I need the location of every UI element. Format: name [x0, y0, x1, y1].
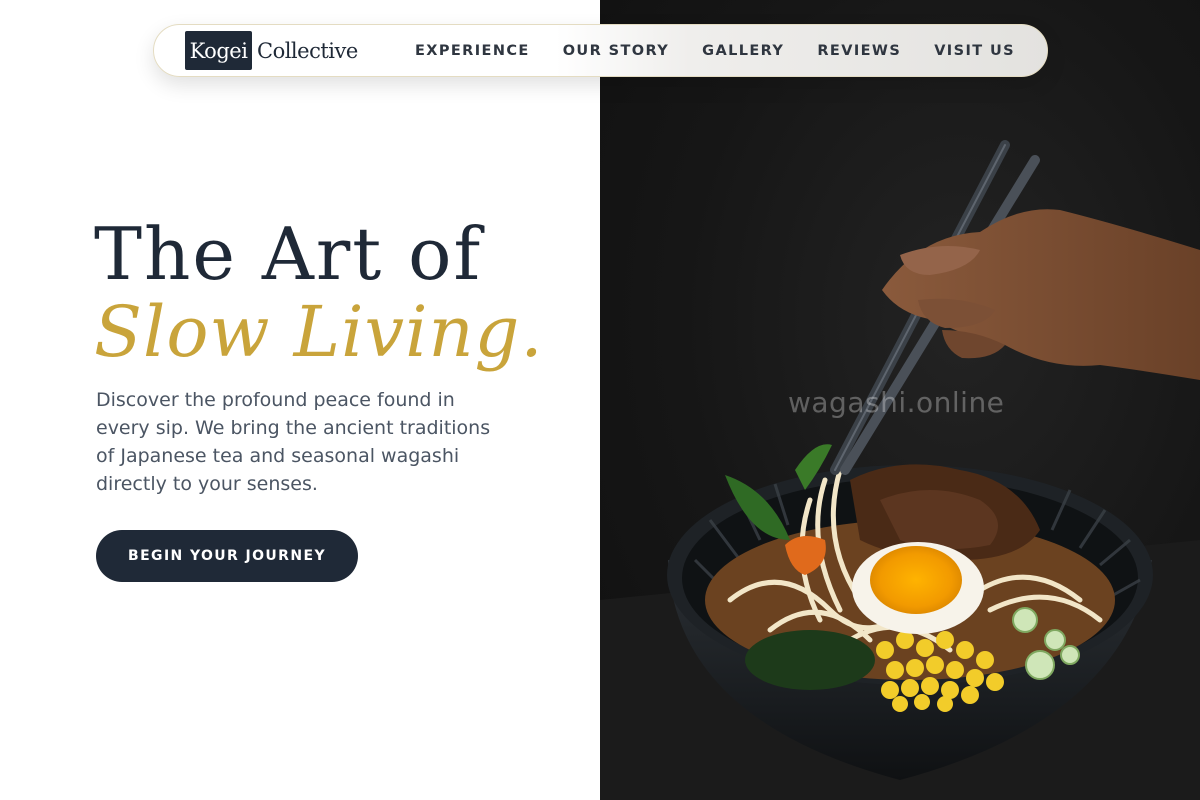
nav-item-our-story[interactable]: OUR STORY — [563, 43, 669, 59]
nav-item-experience[interactable]: EXPERIENCE — [415, 43, 530, 59]
nav-item-gallery[interactable]: GALLERY — [702, 43, 784, 59]
begin-journey-button[interactable]: BEGIN YOUR JOURNEY — [96, 530, 358, 582]
brand-name: Collective — [257, 38, 358, 63]
image-watermark: wagashi.online — [788, 386, 1005, 419]
hero-subtitle: Discover the profound peace found in eve… — [96, 389, 491, 495]
headline-line-1: The Art of — [94, 212, 483, 296]
brand-mark: Kogei — [185, 31, 252, 70]
nav-item-reviews[interactable]: REVIEWS — [817, 43, 901, 59]
hero-image: wagashi.online — [600, 0, 1200, 800]
brand-logo[interactable]: Kogei Collective — [185, 31, 358, 70]
headline-line-2: Slow Living. — [94, 291, 544, 373]
nav-links: EXPERIENCE OUR STORY GALLERY REVIEWS VIS… — [415, 25, 1015, 76]
hero-headline: The Art of Slow Living. — [94, 214, 544, 370]
navbar: Kogei Collective EXPERIENCE OUR STORY GA… — [153, 24, 1048, 77]
nav-item-visit-us[interactable]: VISIT US — [934, 43, 1015, 59]
